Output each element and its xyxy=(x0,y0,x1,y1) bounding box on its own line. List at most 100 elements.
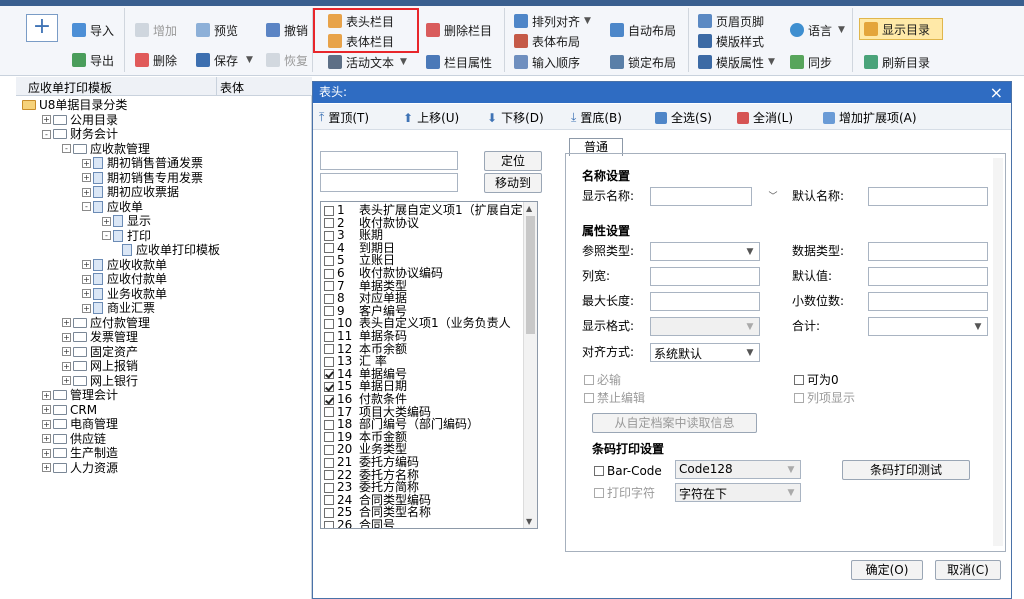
close-icon[interactable]: × xyxy=(990,83,1003,102)
expand-icon[interactable]: + xyxy=(42,448,51,458)
expand-icon[interactable]: + xyxy=(82,187,91,197)
tree-node[interactable]: 应收单打印模板 xyxy=(122,243,220,257)
move-down-button[interactable]: ⬇ 下移(D) xyxy=(487,109,544,126)
item-checkbox[interactable] xyxy=(324,306,334,317)
item-checkbox[interactable] xyxy=(324,507,334,518)
save-dropdown-icon[interactable]: ▼ xyxy=(246,55,253,65)
tree-node[interactable]: U8单据目录分类 xyxy=(22,98,127,112)
panel-scrollbar[interactable] xyxy=(993,158,1003,546)
expand-icon[interactable]: + xyxy=(102,216,111,226)
total-select[interactable]: ▼ xyxy=(868,317,988,336)
item-checkbox[interactable] xyxy=(324,230,334,241)
scroll-thumb[interactable] xyxy=(526,216,535,334)
arrange-align-button[interactable]: 排列对齐 ▼ xyxy=(514,11,591,31)
tree-node[interactable]: + 固定资产 xyxy=(62,345,138,359)
template-style-button[interactable]: 模版样式 xyxy=(698,31,764,51)
preview-button[interactable]: 预览 xyxy=(196,20,238,40)
tree-node[interactable]: + 网上报销 xyxy=(62,359,138,373)
item-checkbox[interactable] xyxy=(324,432,334,443)
language-dropdown-icon[interactable]: ▼ xyxy=(838,25,845,35)
clear-all-button[interactable]: 全消(L) xyxy=(737,109,793,126)
read-custom-archive-button[interactable]: 从自定档案中读取信息 xyxy=(592,413,757,433)
column-divider[interactable] xyxy=(216,77,217,96)
tree-node[interactable]: + CRM xyxy=(42,403,97,417)
item-checkbox[interactable] xyxy=(324,495,334,506)
auto-layout-button[interactable]: 自动布局 xyxy=(610,20,676,40)
dialog-titlebar[interactable]: 表头: xyxy=(313,82,1011,103)
column-list-item[interactable]: 1 表头扩展自定义项1（扩展自定 xyxy=(324,204,523,217)
collapse-icon[interactable]: - xyxy=(82,202,91,211)
barcode-type-select[interactable]: Code128 ▼ xyxy=(675,460,801,479)
add-button[interactable]: 增加 xyxy=(135,20,177,40)
ok-button[interactable]: 确定(O) xyxy=(851,560,923,580)
save-button[interactable]: 保存 ▼ xyxy=(196,50,253,70)
decimals-input[interactable] xyxy=(868,292,988,311)
collapse-icon[interactable]: - xyxy=(102,231,111,240)
barcode-test-button[interactable]: 条码打印测试 xyxy=(842,460,970,480)
move-bottom-button[interactable]: ⤓ 置底(B) xyxy=(571,109,622,126)
display-format-select[interactable]: ▼ xyxy=(650,317,760,336)
expand-icon[interactable]: + xyxy=(82,158,91,168)
expand-icon[interactable]: + xyxy=(42,419,51,429)
required-checkbox[interactable]: 必输 xyxy=(584,372,621,388)
default-value-input[interactable] xyxy=(868,267,988,286)
chevron-down-icon[interactable]: ﹀ xyxy=(768,192,778,202)
default-name-input[interactable] xyxy=(868,187,988,206)
body-column-button[interactable]: 表体栏目 xyxy=(328,31,394,51)
tree-node[interactable]: + 期初应收票据 xyxy=(82,185,179,199)
item-checkbox[interactable] xyxy=(324,344,334,355)
tree-node[interactable]: + 显示 xyxy=(102,214,151,228)
item-checkbox[interactable] xyxy=(324,281,334,292)
item-checkbox[interactable] xyxy=(324,419,334,430)
lock-layout-button[interactable]: 锁定布局 xyxy=(610,52,676,72)
expand-icon[interactable]: + xyxy=(82,289,91,298)
item-checkbox[interactable] xyxy=(324,470,334,481)
item-checkbox[interactable] xyxy=(324,381,334,392)
new-button[interactable]: + xyxy=(26,14,58,42)
locate-input[interactable] xyxy=(320,151,458,170)
active-text-button[interactable]: 活动文本 ▼ xyxy=(328,52,407,72)
tree-node[interactable]: + 期初销售普通发票 xyxy=(82,156,203,170)
expand-icon[interactable]: + xyxy=(62,376,71,385)
expand-icon[interactable]: + xyxy=(62,332,71,342)
item-checkbox[interactable] xyxy=(324,318,334,329)
tree-node[interactable]: + 发票管理 xyxy=(62,330,138,344)
expand-icon[interactable]: + xyxy=(42,390,51,400)
item-checkbox[interactable] xyxy=(324,218,334,229)
tree-node[interactable]: - 应收款管理 xyxy=(62,142,150,156)
column-list[interactable]: 1 表头扩展自定义项1（扩展自定 2 收付款协议 3 账期 4 到期日 5 立账日 6 收付款协议编码… xyxy=(320,201,538,529)
tree-node[interactable]: + 生产制造 xyxy=(42,446,118,460)
item-checkbox[interactable] xyxy=(324,268,334,279)
move-to-input[interactable] xyxy=(320,173,458,192)
column-props-button[interactable]: 栏目属性 xyxy=(426,52,492,72)
expand-icon[interactable]: + xyxy=(42,115,51,124)
tree-node[interactable]: + 商业汇票 xyxy=(82,301,155,315)
show-dir-button[interactable]: 显示目录 xyxy=(864,19,930,39)
nullable-checkbox[interactable]: 可为0 xyxy=(794,372,839,388)
display-name-input[interactable] xyxy=(650,187,752,206)
delete-column-button[interactable]: 删除栏目 xyxy=(426,20,492,40)
collapse-icon[interactable]: - xyxy=(42,129,51,139)
list-scrollbar[interactable]: ▲ ▼ xyxy=(523,202,537,528)
sync-button[interactable]: 同步 xyxy=(790,52,832,72)
collapse-icon[interactable]: - xyxy=(62,144,71,153)
expand-icon[interactable]: + xyxy=(82,303,91,313)
tree-node[interactable]: - 打印 xyxy=(102,229,151,243)
expand-icon[interactable]: + xyxy=(82,173,91,182)
data-type-input[interactable] xyxy=(868,242,988,261)
expand-icon[interactable]: + xyxy=(62,347,71,356)
item-checkbox[interactable] xyxy=(324,457,334,468)
delete-button[interactable]: 删除 xyxy=(135,50,177,70)
ref-type-select[interactable]: ▼ xyxy=(650,242,760,261)
item-checkbox[interactable] xyxy=(324,243,334,254)
expand-icon[interactable]: + xyxy=(82,274,91,284)
expand-icon[interactable]: + xyxy=(42,434,51,443)
tree-node[interactable]: + 网上银行 xyxy=(62,374,138,388)
active-text-dropdown-icon[interactable]: ▼ xyxy=(400,57,407,67)
expand-icon[interactable]: + xyxy=(42,463,51,472)
item-checkbox[interactable] xyxy=(324,255,334,266)
print-chars-checkbox[interactable]: 打印字符 xyxy=(594,485,655,501)
undo-button[interactable]: 撤销 xyxy=(266,20,308,40)
template-props-button[interactable]: 模版属性 ▼ xyxy=(698,52,775,72)
tree-node[interactable]: + 应收付款单 xyxy=(82,272,167,286)
